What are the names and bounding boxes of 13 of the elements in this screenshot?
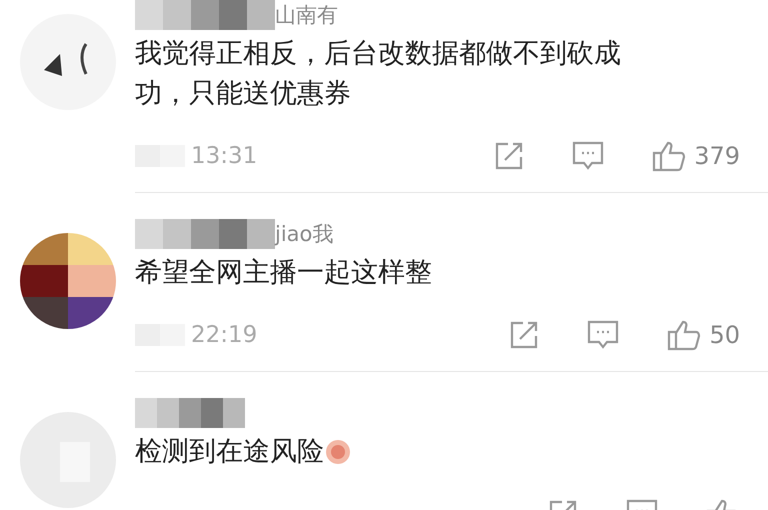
share-icon[interactable] (509, 320, 540, 350)
share-icon[interactable] (494, 141, 524, 171)
comment-time: 22:19 (191, 322, 258, 348)
username[interactable]: 山南有 (275, 1, 338, 29)
comment-icon[interactable] (587, 320, 620, 350)
comment-text: 检测到在途风险 (135, 435, 324, 469)
comment-text: 我觉得正相反，后台改数据都做不到砍成功，只能送优惠券 (135, 37, 622, 111)
like-count: 50 (709, 321, 740, 349)
username[interactable]: jiao我 (275, 220, 334, 248)
like-count: 379 (694, 142, 740, 170)
comment-text: 希望全网主播一起这样整 (135, 256, 432, 290)
comment-time: 13:31 (191, 143, 258, 169)
comment-icon[interactable] (572, 141, 604, 171)
